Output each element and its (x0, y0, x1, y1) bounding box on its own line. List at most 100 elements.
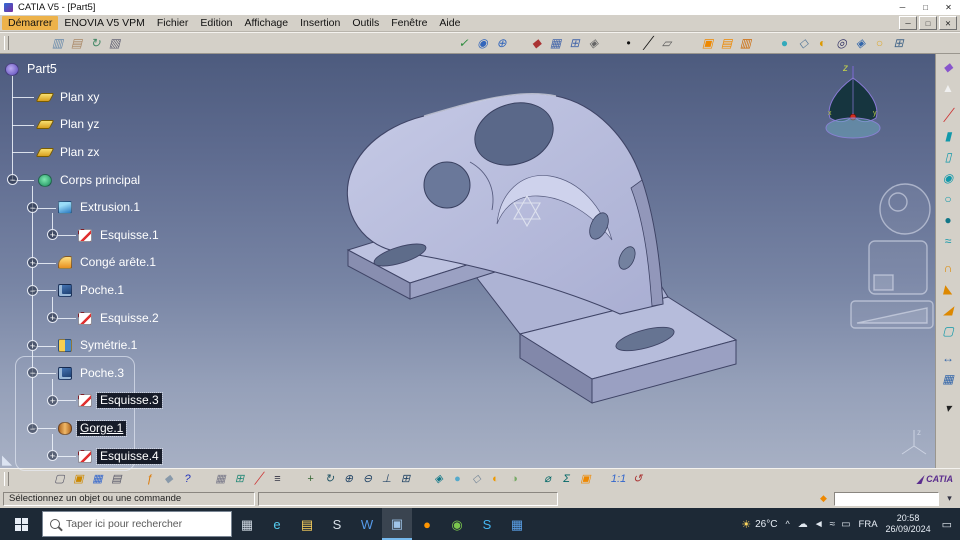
menu-edition[interactable]: Edition (194, 16, 238, 30)
tree-item-esquisse-1[interactable]: + Esquisse.1 (0, 222, 215, 250)
shaded-view-icon[interactable]: ● (448, 470, 467, 488)
tree-item-plan-zx[interactable]: Plan zx (0, 139, 215, 167)
power-input-field[interactable] (834, 491, 939, 506)
shaft-icon[interactable]: ◉ (938, 168, 958, 188)
magnet-snap-icon[interactable]: ◈ (584, 34, 603, 53)
word-icon[interactable]: W (352, 508, 382, 540)
texture-view-icon[interactable]: ◎ (832, 34, 851, 53)
skype-icon[interactable]: S (472, 508, 502, 540)
wireframe-mode-icon[interactable]: ◇ (794, 34, 813, 53)
fullscreen-icon[interactable]: ⊞ (889, 34, 908, 53)
tree-expander[interactable]: + (47, 394, 58, 406)
new-document-icon[interactable]: ▢ (50, 470, 69, 488)
shell-icon[interactable]: ▢ (938, 321, 958, 341)
snip-tool-icon[interactable]: S (322, 508, 352, 540)
link-manager-icon[interactable]: ⊕ (492, 34, 511, 53)
menu-aide[interactable]: Aide (433, 16, 466, 30)
pad-icon[interactable]: ▮ (938, 126, 958, 146)
pocket-icon[interactable]: ▯ (938, 147, 958, 167)
chamfer-icon[interactable]: ◣ (938, 279, 958, 299)
catalog-bottom-icon[interactable]: ▣ (576, 470, 595, 488)
spellcheck-icon[interactable]: ✓ (454, 34, 473, 53)
tree-item-plan-xy[interactable]: Plan xy (0, 84, 215, 112)
tree-item-poche-1[interactable]: − Poche.1 (0, 277, 215, 305)
tree-item-part5[interactable]: Part5 (0, 56, 215, 84)
mdi-minimize-button[interactable]: ─ (899, 16, 917, 30)
save-icon[interactable]: ▦ (88, 470, 107, 488)
tree-item-plan-yz[interactable]: Plan yz (0, 111, 215, 139)
measure-icon[interactable]: ⌀ (538, 470, 557, 488)
workbench-icon[interactable]: ◆ (938, 57, 958, 77)
sketcher-icon[interactable]: ╱ (938, 105, 958, 125)
zoom-out-icon[interactable]: ⊖ (358, 470, 377, 488)
tree-item-corps-principal[interactable]: − Corps principal (0, 166, 215, 194)
catia-taskbar-icon[interactable]: ▣ (382, 508, 412, 540)
close-button[interactable]: ✕ (937, 0, 960, 15)
grid-icon[interactable]: ▦ (546, 34, 565, 53)
menu-enovia-v5-vpm[interactable]: ENOVIA V5 VPM (58, 16, 151, 30)
minimize-button[interactable]: ─ (891, 0, 914, 15)
catalog-icon[interactable]: ▣ (698, 34, 717, 53)
rotate-icon[interactable]: ↻ (320, 470, 339, 488)
open-icon[interactable]: ▣ (69, 470, 88, 488)
point-icon[interactable]: • (619, 34, 638, 53)
tree-expander[interactable]: + (27, 256, 38, 268)
help-icon[interactable]: ? (178, 470, 197, 488)
menu-insertion[interactable]: Insertion (294, 16, 346, 30)
pattern-icon[interactable]: ▦ (938, 369, 958, 389)
edge-icon[interactable]: e (262, 508, 292, 540)
multi-view-icon[interactable]: ⊞ (396, 470, 415, 488)
grid-toggle-icon[interactable]: ▦ (211, 470, 230, 488)
notification-center-icon[interactable]: ▭ (939, 518, 955, 531)
hole-icon[interactable]: ● (938, 210, 958, 230)
task-view-button[interactable]: ▦ (232, 508, 262, 540)
power-input-icon[interactable]: ◆ (816, 492, 831, 506)
tray-overflow-caret[interactable]: ^ (785, 519, 789, 529)
annotation-icon[interactable]: ◆ (159, 470, 178, 488)
vpm-delete-icon[interactable]: ▧ (105, 34, 124, 53)
tree-item-extrusion-1[interactable]: − Extrusion.1 (0, 194, 215, 222)
toolbar-grip[interactable] (4, 472, 9, 486)
depth-effect-icon[interactable]: ◈ (851, 34, 870, 53)
tree-expander[interactable]: + (47, 312, 58, 324)
menu-affichage[interactable]: Affichage (239, 16, 295, 30)
groove-icon[interactable]: ○ (938, 189, 958, 209)
tree-item-symetrie-1[interactable]: + Symétrie.1 (0, 332, 215, 360)
plane-icon[interactable]: ▱ (657, 34, 676, 53)
fillet-icon[interactable]: ∩ (938, 258, 958, 278)
visible-space-icon[interactable]: ◑ (505, 470, 524, 488)
clock-widget[interactable]: 20:58 26/09/2024 (886, 513, 931, 536)
line-icon[interactable]: ╱ (638, 34, 657, 53)
start-button[interactable] (0, 508, 42, 540)
mass-properties-icon[interactable]: Σ (557, 470, 576, 488)
pin-item-icon[interactable]: ◆ (527, 34, 546, 53)
mdi-close-button[interactable]: ✕ (939, 16, 957, 30)
menu-fichier[interactable]: Fichier (151, 16, 195, 30)
attach-icon[interactable]: ⊞ (230, 470, 249, 488)
material-library-icon[interactable]: ▥ (736, 34, 755, 53)
onedrive-icon[interactable]: ☁ (798, 519, 808, 530)
menu-demarrer[interactable]: Démarrer (2, 16, 59, 30)
toolbar-grip[interactable] (4, 36, 9, 50)
scale-icon[interactable]: 1:1 (609, 470, 628, 488)
data-save-icon[interactable]: ▥ (48, 34, 67, 53)
normal-view-icon[interactable]: ⊥ (377, 470, 396, 488)
mirror-icon[interactable]: ↔ (938, 348, 958, 368)
command-dropdown-button[interactable]: ▾ (942, 492, 957, 506)
draft-angle-icon[interactable]: ◢ (938, 300, 958, 320)
language-indicator[interactable]: FRA (859, 519, 878, 530)
ghost-circle-tool[interactable] (879, 183, 931, 235)
tree-item-esquisse-4[interactable]: + Esquisse.4 (0, 442, 215, 470)
lighting-icon[interactable]: ○ (870, 34, 889, 53)
ghost-tools-palette[interactable] (850, 183, 934, 329)
shading-mode-icon[interactable]: ● (775, 34, 794, 53)
tree-item-esquisse-2[interactable]: + Esquisse.2 (0, 304, 215, 332)
tree-item-gorge-1[interactable]: − Gorge.1 (0, 415, 215, 443)
list-icon[interactable]: ≡ (268, 470, 287, 488)
chrome-icon[interactable]: ◉ (442, 508, 472, 540)
tree-item-esquisse-3[interactable]: + Esquisse.3 (0, 387, 215, 415)
maximize-button[interactable]: □ (914, 0, 937, 15)
taskbar-search-input[interactable]: Taper ici pour rechercher (42, 511, 232, 537)
pan-icon[interactable]: + (301, 470, 320, 488)
vpm-sync-icon[interactable]: ↻ (86, 34, 105, 53)
